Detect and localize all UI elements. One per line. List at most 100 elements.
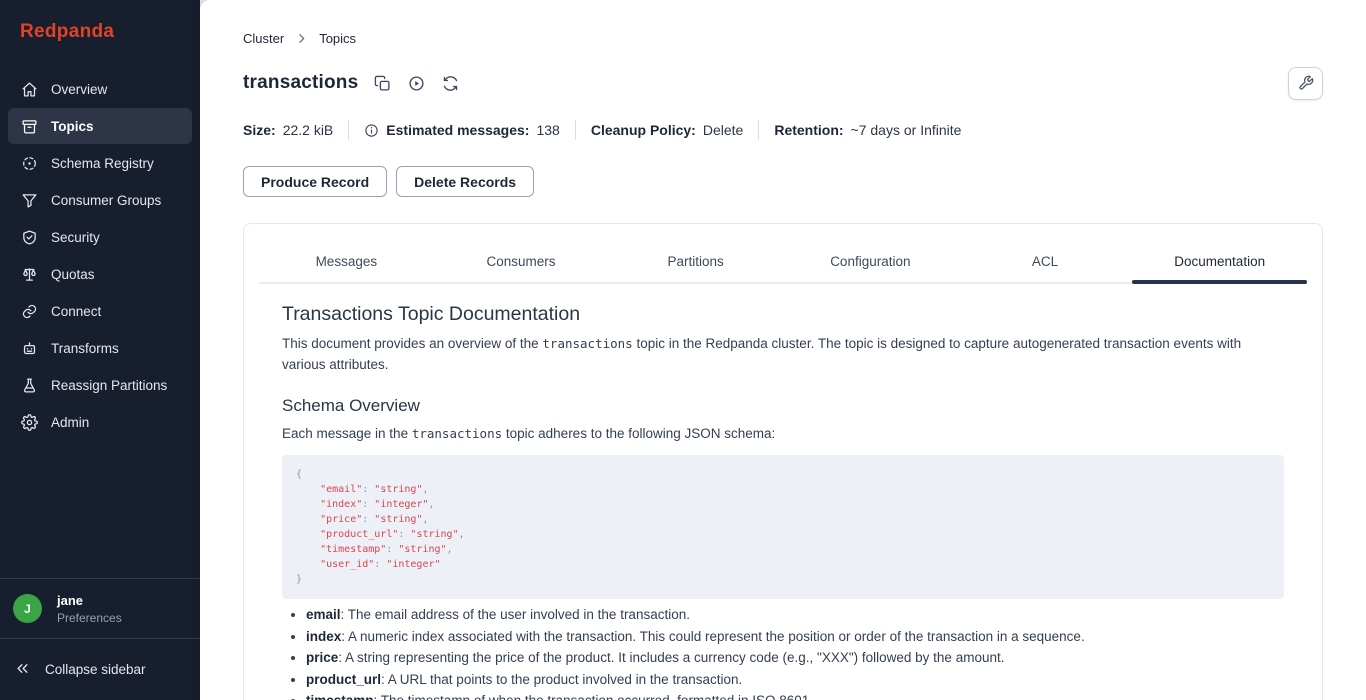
stat-value: ~7 days or Infinite <box>851 122 962 138</box>
sidebar-item-overview[interactable]: Overview <box>8 71 192 107</box>
funnel-icon <box>21 192 38 209</box>
doc-text: topic adheres to the following JSON sche… <box>502 426 775 441</box>
user-preferences-link[interactable]: Preferences <box>57 611 122 625</box>
stat-retention: Retention:~7 days or Infinite <box>774 122 961 138</box>
delete-records-button[interactable]: Delete Records <box>396 166 534 197</box>
field-desc: : A numeric index associated with the tr… <box>341 629 1084 644</box>
tab-documentation[interactable]: Documentation <box>1132 241 1307 282</box>
user-name: jane <box>57 593 122 608</box>
field-term: index <box>306 629 341 644</box>
topic-tabs: MessagesConsumersPartitionsConfiguration… <box>259 224 1307 284</box>
topics-box-icon <box>21 118 38 135</box>
sidebar-item-label: Schema Registry <box>51 156 154 171</box>
json-schema-code-block: { "email": "string", "index": "integer",… <box>282 455 1284 599</box>
sidebar-item-consumer-groups[interactable]: Consumer Groups <box>8 182 192 218</box>
field-term: timestamp <box>306 693 374 700</box>
field-desc: : A string representing the price of the… <box>338 650 1004 665</box>
sidebar: Redpanda Overview Topics Schema Registry Co… <box>0 0 200 700</box>
doc-schema-heading: Schema Overview <box>282 396 1284 416</box>
sidebar-item-label: Consumer Groups <box>51 193 161 208</box>
sidebar-item-label: Admin <box>51 415 89 430</box>
code-line: "user_id": "integer" <box>296 557 1270 572</box>
tab-messages[interactable]: Messages <box>259 241 434 282</box>
inline-code: transactions <box>412 426 502 441</box>
tab-consumers[interactable]: Consumers <box>434 241 609 282</box>
tab-configuration[interactable]: Configuration <box>783 241 958 282</box>
sidebar-nav: Overview Topics Schema Registry Consumer Gr… <box>0 70 200 578</box>
stat-label: Estimated messages: <box>386 122 529 138</box>
main-content: Cluster Topics transactions <box>200 0 1366 700</box>
stat-label: Size: <box>243 122 276 138</box>
app: Redpanda Overview Topics Schema Registry Co… <box>0 0 1366 700</box>
field-desc: : A URL that points to the product invol… <box>381 672 742 687</box>
copy-topic-name-icon[interactable] <box>374 75 391 92</box>
doc-text: This document provides an overview of th… <box>282 336 542 351</box>
doc-text: Each message in the <box>282 426 412 441</box>
inline-code: transactions <box>542 336 632 351</box>
sidebar-item-label: Quotas <box>51 267 95 282</box>
sidebar-item-transforms[interactable]: Transforms <box>8 330 192 366</box>
chevron-right-icon <box>295 32 308 45</box>
sidebar-item-label: Reassign Partitions <box>51 378 167 393</box>
sidebar-item-label: Security <box>51 230 100 245</box>
play-circle-icon[interactable] <box>408 75 425 92</box>
field-descriptions: email: The email address of the user inv… <box>282 604 1284 700</box>
breadcrumb: Cluster Topics <box>243 30 1323 46</box>
page-header: transactions <box>243 66 1323 100</box>
field-desc: : The timestamp of when the transaction … <box>374 693 813 700</box>
field-item-index: index: A numeric index associated with t… <box>306 626 1284 648</box>
collapse-sidebar-label: Collapse sidebar <box>45 662 146 677</box>
doc-intro: This document provides an overview of th… <box>282 333 1284 375</box>
page-title: transactions <box>243 72 358 94</box>
sidebar-item-label: Connect <box>51 304 101 319</box>
topic-actions: Produce Record Delete Records <box>243 166 1323 197</box>
sidebar-item-quotas[interactable]: Quotas <box>8 256 192 292</box>
chevrons-left-icon <box>15 661 30 679</box>
stat-value: Delete <box>703 122 743 138</box>
refresh-icon[interactable] <box>442 75 459 92</box>
breadcrumb-cluster[interactable]: Cluster <box>243 31 284 46</box>
sidebar-item-label: Topics <box>51 119 94 134</box>
topic-tools-button[interactable] <box>1288 67 1323 100</box>
user-profile[interactable]: J jane Preferences <box>0 578 200 638</box>
field-item-email: email: The email address of the user inv… <box>306 604 1284 626</box>
doc-schema-intro: Each message in the transactions topic a… <box>282 423 1284 444</box>
sidebar-item-label: Overview <box>51 82 107 97</box>
sidebar-item-schema-registry[interactable]: Schema Registry <box>8 145 192 181</box>
produce-record-button[interactable]: Produce Record <box>243 166 387 197</box>
documentation-panel: Transactions Topic Documentation This do… <box>244 284 1322 700</box>
shield-check-icon <box>21 229 38 246</box>
sidebar-item-reassign-partitions[interactable]: Reassign Partitions <box>8 367 192 403</box>
topic-card: MessagesConsumersPartitionsConfiguration… <box>243 223 1323 700</box>
tab-acl[interactable]: ACL <box>958 241 1133 282</box>
sidebar-item-label: Transforms <box>51 341 119 356</box>
scales-icon <box>21 266 38 283</box>
stat-cleanup-policy: Cleanup Policy:Delete <box>591 122 744 138</box>
robot-icon <box>21 340 38 357</box>
sidebar-item-connect[interactable]: Connect <box>8 293 192 329</box>
field-term: price <box>306 650 338 665</box>
avatar[interactable]: J <box>13 594 42 623</box>
info-icon[interactable] <box>364 123 379 138</box>
topic-stats: Size: 22.2 kiB Estimated messages:138 Clean… <box>243 120 1323 140</box>
field-term: email <box>306 607 341 622</box>
field-item-price: price: A string representing the price o… <box>306 647 1284 669</box>
sidebar-item-security[interactable]: Security <box>8 219 192 255</box>
breadcrumb-topics[interactable]: Topics <box>319 31 356 46</box>
field-term: product_url <box>306 672 381 687</box>
sidebar-item-topics[interactable]: Topics <box>8 108 192 144</box>
stat-estimated-messages: Estimated messages:138 <box>364 122 560 138</box>
stat-value: 22.2 kiB <box>283 122 334 138</box>
flask-icon <box>21 377 38 394</box>
code-line: } <box>296 572 1270 587</box>
redpanda-logo[interactable]: Redpanda <box>0 0 200 43</box>
schema-registry-icon <box>21 155 38 172</box>
code-line: "timestamp": "string", <box>296 542 1270 557</box>
code-line: "index": "integer", <box>296 497 1270 512</box>
collapse-sidebar-button[interactable]: Collapse sidebar <box>0 638 200 700</box>
code-line: "email": "string", <box>296 482 1270 497</box>
tab-partitions[interactable]: Partitions <box>608 241 783 282</box>
stat-divider <box>758 120 759 140</box>
sidebar-item-admin[interactable]: Admin <box>8 404 192 440</box>
home-icon <box>21 81 38 98</box>
